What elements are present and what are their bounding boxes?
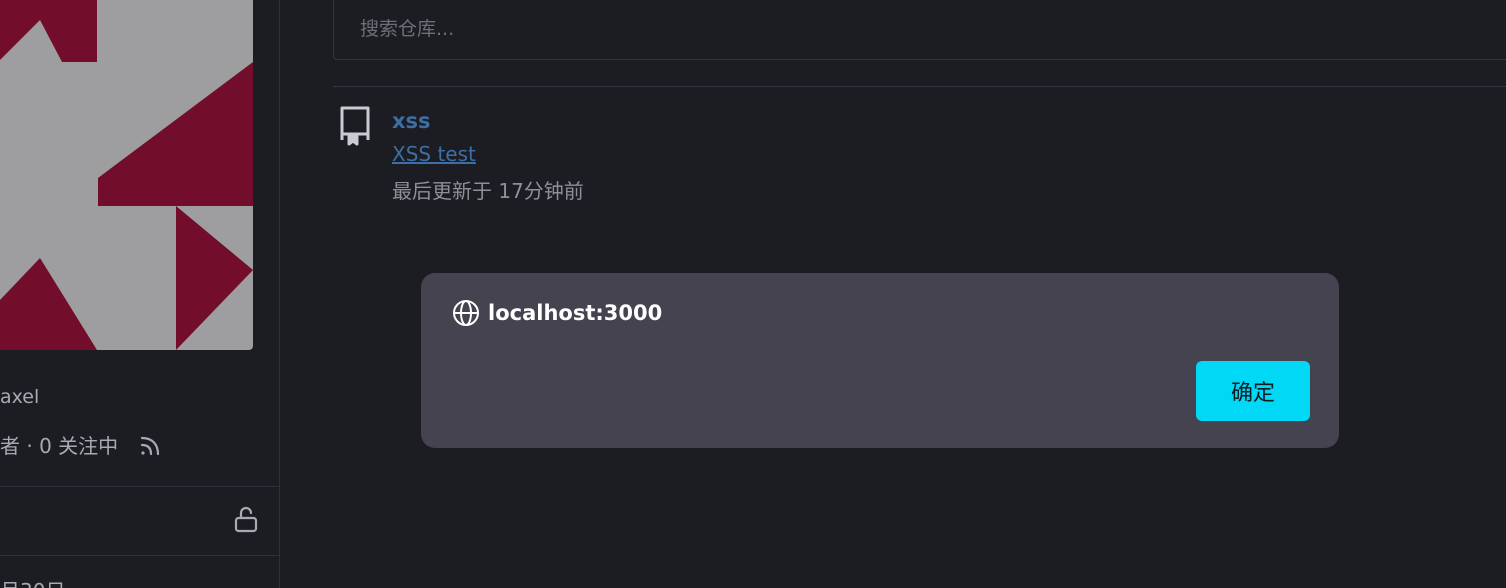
repo-name-link[interactable]: xss	[392, 109, 431, 133]
repo-description-link[interactable]: XSS test	[392, 142, 476, 166]
follow-stats: 者 · 0 关注中	[0, 430, 164, 459]
repo-icon	[337, 104, 373, 146]
globe-icon	[452, 299, 480, 327]
dialog-origin-text: localhost:3000	[488, 301, 663, 325]
repo-search[interactable]	[333, 0, 1506, 60]
ok-button[interactable]: 确定	[1196, 361, 1310, 421]
dialog-title: localhost:3000	[452, 299, 662, 327]
follow-text[interactable]: 者 · 0 关注中	[0, 430, 118, 459]
user-avatar	[0, 0, 253, 350]
sidebar-divider	[0, 555, 279, 556]
joined-date: 月30日	[0, 575, 65, 588]
content-divider	[333, 86, 1506, 87]
alert-dialog: localhost:3000 确定	[421, 273, 1339, 448]
unlock-icon	[233, 505, 259, 533]
user-sidebar: axel 者 · 0 关注中 月30日	[0, 0, 280, 588]
sidebar-divider	[0, 486, 279, 487]
repo-updated-time: 最后更新于 17分钟前	[392, 179, 584, 203]
page: axel 者 · 0 关注中 月30日	[0, 0, 1506, 588]
username: axel	[0, 386, 40, 408]
rss-icon[interactable]	[138, 432, 164, 458]
search-input[interactable]	[358, 13, 1262, 45]
